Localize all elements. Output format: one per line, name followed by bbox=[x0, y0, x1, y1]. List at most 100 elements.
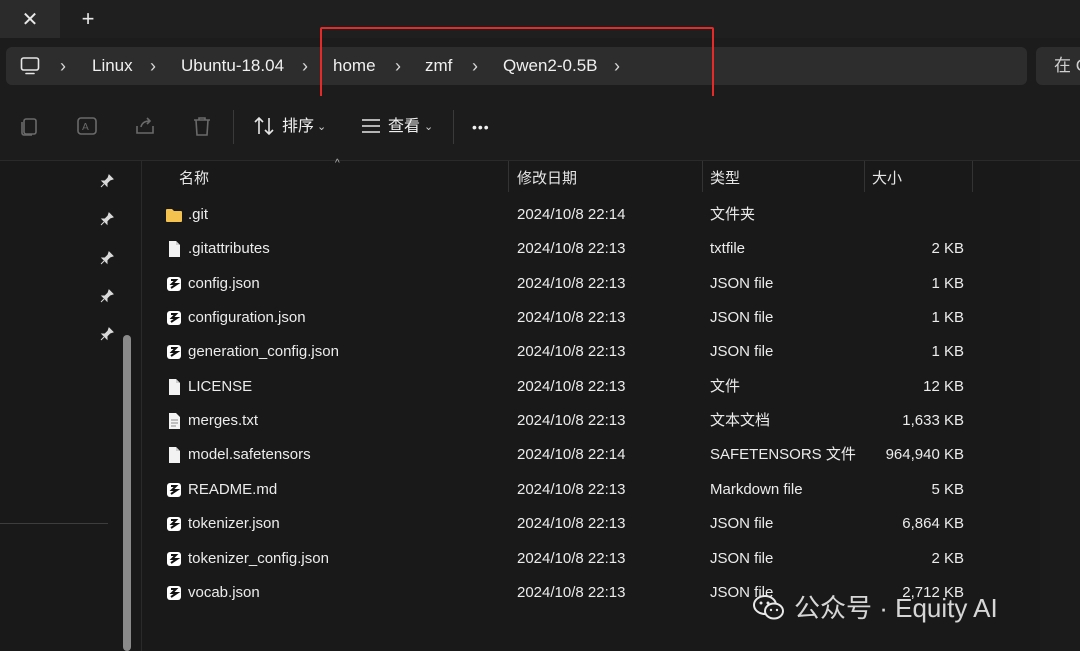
navigation-pane bbox=[0, 161, 133, 651]
json-file-icon bbox=[167, 585, 181, 600]
command-bar bbox=[0, 96, 1080, 161]
copy-icon[interactable] bbox=[17, 114, 41, 138]
column-divider[interactable] bbox=[972, 161, 973, 192]
sort-icon[interactable] bbox=[252, 114, 276, 138]
file-row[interactable]: README.md 2024/10/8 22:13 Markdown file 5 K… bbox=[160, 473, 970, 507]
pin-icon[interactable] bbox=[100, 174, 114, 188]
highlight-annotation-box bbox=[320, 27, 714, 98]
file-type: JSON file bbox=[710, 309, 774, 327]
file-size: 5 KB bbox=[931, 480, 964, 498]
file-icon bbox=[169, 241, 180, 258]
more-options-button[interactable]: ••• bbox=[472, 116, 490, 138]
plus-icon: + bbox=[81, 6, 95, 31]
delete-icon[interactable] bbox=[190, 114, 214, 138]
file-modified: 2024/10/8 22:14 bbox=[517, 446, 626, 464]
rename-icon[interactable]: A bbox=[75, 114, 99, 138]
file-modified: 2024/10/8 22:13 bbox=[517, 480, 626, 498]
file-size: 1 KB bbox=[931, 343, 964, 361]
file-size: 1,633 KB bbox=[902, 412, 964, 430]
file-type: JSON file bbox=[710, 549, 774, 567]
wechat-logo bbox=[753, 595, 784, 620]
file-type: JSON file bbox=[710, 515, 774, 533]
file-name: .gitattributes bbox=[188, 240, 270, 258]
file-row[interactable]: tokenizer_config.json 2024/10/8 22:13 JSON… bbox=[160, 542, 970, 576]
pin-icon[interactable] bbox=[100, 289, 114, 303]
watermark: 公众号 · Equity AI bbox=[752, 588, 998, 628]
file-size: 964,940 KB bbox=[885, 446, 964, 464]
new-tab-button[interactable]: + bbox=[72, 4, 104, 34]
file-size: 2 KB bbox=[931, 549, 964, 567]
json-file-icon bbox=[167, 517, 181, 532]
nav-scrollbar[interactable] bbox=[123, 335, 131, 651]
file-row[interactable]: .gitattributes 2024/10/8 22:13 txtfile 2 KB bbox=[160, 232, 970, 266]
file-size: 2 KB bbox=[931, 240, 964, 258]
file-modified: 2024/10/8 22:13 bbox=[517, 412, 626, 430]
file-modified: 2024/10/8 22:13 bbox=[517, 343, 626, 361]
breadcrumb-separator: › bbox=[150, 56, 156, 76]
svg-text:A: A bbox=[82, 122, 89, 133]
breadcrumb-separator: › bbox=[302, 56, 308, 76]
sort-button[interactable]: 排序 bbox=[282, 116, 314, 138]
file-name: model.safetensors bbox=[188, 446, 311, 464]
column-divider[interactable] bbox=[702, 161, 703, 192]
file-modified: 2024/10/8 22:13 bbox=[517, 309, 626, 327]
share-icon[interactable] bbox=[133, 114, 157, 138]
breadcrumb-item-ubuntu[interactable]: Ubuntu-18.04 bbox=[181, 47, 284, 85]
file-name: LICENSE bbox=[188, 377, 253, 395]
breadcrumb-separator: › bbox=[60, 56, 66, 76]
file-name: .git bbox=[188, 206, 209, 223]
json-file-icon bbox=[167, 276, 181, 291]
file-row[interactable]: generation_config.json 2024/10/8 22:13 JSO… bbox=[160, 335, 970, 369]
file-name: tokenizer_config.json bbox=[188, 549, 329, 567]
file-name: merges.txt bbox=[188, 412, 259, 430]
file-row[interactable]: model.safetensors 2024/10/8 22:14 SAFETENS… bbox=[160, 438, 970, 472]
file-name: vocab.json bbox=[188, 583, 260, 601]
list-scroll-area bbox=[1040, 161, 1080, 651]
view-icon[interactable] bbox=[359, 114, 383, 138]
file-icon bbox=[169, 378, 180, 395]
file-type: JSON file bbox=[710, 343, 774, 361]
file-modified: 2024/10/8 22:13 bbox=[517, 515, 626, 533]
file-modified: 2024/10/8 22:13 bbox=[517, 583, 626, 601]
pin-icon[interactable] bbox=[100, 327, 114, 341]
pin-icon[interactable] bbox=[100, 251, 114, 265]
toolbar-divider bbox=[453, 110, 454, 144]
json-file-icon bbox=[167, 345, 181, 360]
file-icon bbox=[169, 447, 180, 464]
file-row[interactable]: merges.txt 2024/10/8 22:13 文本文档 1,633 KB bbox=[160, 404, 970, 438]
file-size: 6,864 KB bbox=[902, 515, 964, 533]
column-divider[interactable] bbox=[864, 161, 865, 192]
file-name: README.md bbox=[188, 480, 278, 498]
json-file-icon bbox=[167, 482, 181, 497]
file-row[interactable]: configuration.json 2024/10/8 22:13 JSON fi… bbox=[160, 301, 970, 335]
nav-divider bbox=[0, 523, 108, 524]
breadcrumb-item-linux[interactable]: Linux bbox=[92, 47, 133, 85]
toolbar-divider bbox=[233, 110, 234, 144]
watermark-text: 公众号 · Equity AI bbox=[794, 593, 998, 623]
search-input[interactable]: 在 C bbox=[1036, 47, 1080, 85]
file-row[interactable]: tokenizer.json 2024/10/8 22:13 JSON file 6,… bbox=[160, 507, 970, 541]
file-row[interactable]: config.json 2024/10/8 22:13 JSON file 1 KB bbox=[160, 267, 970, 301]
file-name: configuration.json bbox=[188, 309, 306, 327]
column-divider[interactable] bbox=[508, 161, 509, 192]
file-row[interactable]: LICENSE 2024/10/8 22:13 文件 12 KB bbox=[160, 370, 970, 404]
file-size: 12 KB bbox=[923, 377, 964, 395]
file-row[interactable]: .git 2024/10/8 22:14 文件夹 bbox=[160, 198, 970, 232]
close-icon: ✕ bbox=[21, 8, 39, 31]
file-type: SAFETENSORS 文件 bbox=[710, 446, 856, 464]
sort-indicator-icon: ^ bbox=[335, 158, 340, 169]
file-name: generation_config.json bbox=[188, 343, 339, 361]
column-header-size[interactable]: 大小 bbox=[872, 169, 902, 189]
file-modified: 2024/10/8 22:14 bbox=[517, 206, 626, 223]
file-name: config.json bbox=[188, 274, 260, 292]
column-header-name[interactable]: 名称 bbox=[179, 169, 209, 189]
pin-icon[interactable] bbox=[100, 212, 114, 226]
column-header-modified[interactable]: 修改日期 bbox=[517, 169, 577, 189]
close-tab-button[interactable]: ✕ bbox=[0, 0, 60, 38]
column-header-type[interactable]: 类型 bbox=[710, 169, 740, 189]
view-button[interactable]: 查看 bbox=[388, 116, 420, 138]
computer-icon[interactable] bbox=[20, 56, 40, 76]
file-type: Markdown file bbox=[710, 480, 803, 498]
chevron-down-icon: ⌄ bbox=[317, 121, 327, 133]
file-type: 文件夹 bbox=[710, 206, 756, 223]
